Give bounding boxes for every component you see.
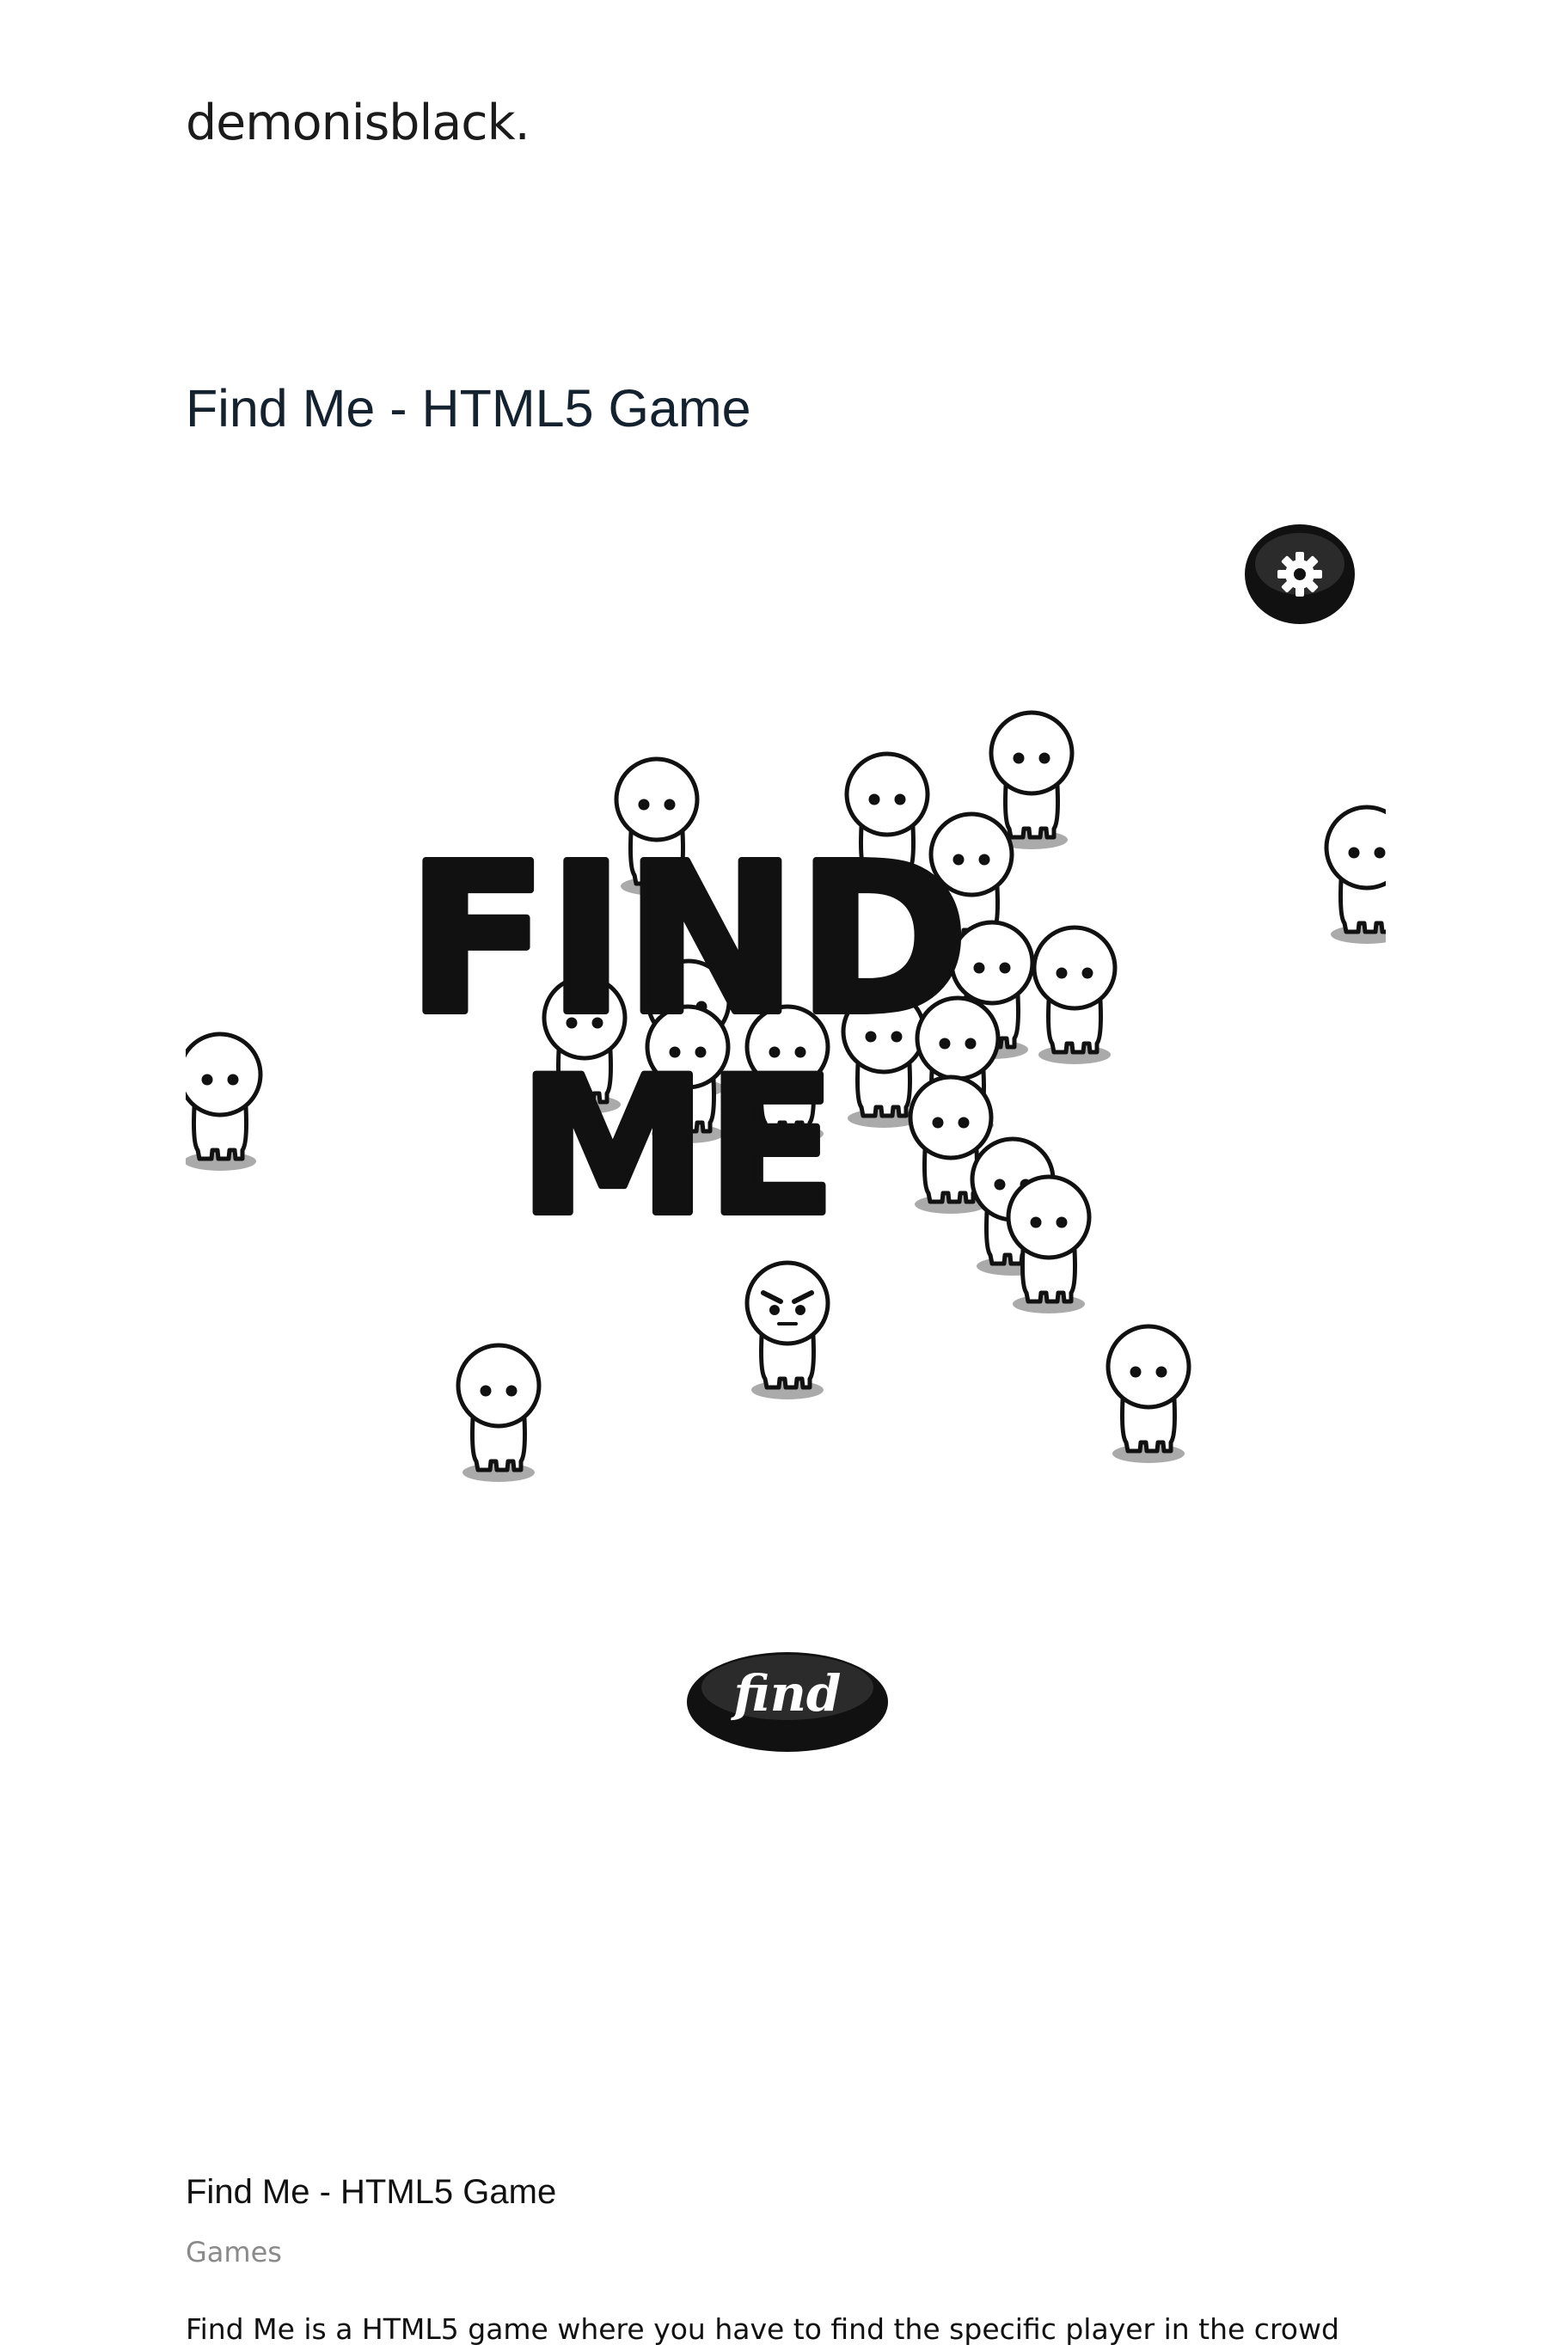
gear-icon [1277,552,1322,597]
find-button[interactable]: find [687,1652,888,1752]
find-button-label: find [731,1664,842,1723]
post-category-link[interactable]: Games [186,2236,282,2268]
crowd-person [1108,1326,1189,1463]
crowd-person [1008,1177,1089,1313]
site-logo[interactable]: demonisblack. [186,95,530,151]
crowd-person [458,1345,539,1482]
target-person [747,1263,828,1399]
crowd-person [186,1034,260,1171]
logo-line-me: ME [518,1037,836,1257]
settings-button[interactable] [1245,524,1355,624]
game-canvas[interactable]: FIND ME find [186,505,1386,1845]
page-title: Find Me - HTML5 Game [186,379,751,438]
crowd-person [1034,928,1115,1064]
post-title: Find Me - HTML5 Game [186,2173,557,2211]
post-description: Find Me is a HTML5 game where you have t… [186,2312,1339,2346]
crowd-person [1326,807,1386,944]
find-me-logo: FIND ME [403,816,971,1260]
logo-line-find: FIND [407,819,968,1060]
